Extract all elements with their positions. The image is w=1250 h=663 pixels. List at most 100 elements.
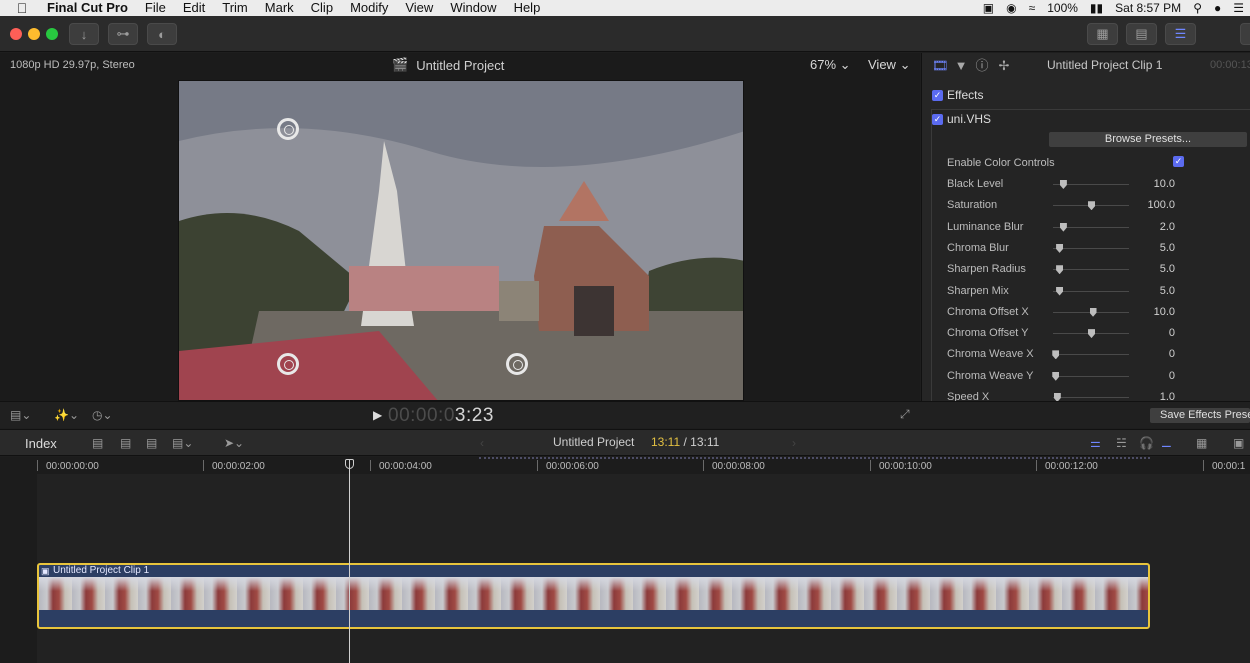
param-value[interactable]: 1.0	[1115, 391, 1175, 401]
zoom-dropdown[interactable]: 67% ⌄	[810, 57, 851, 73]
timeline-clip[interactable]: Untitled Project Clip 1 ▣	[37, 563, 1150, 629]
param-value[interactable]: 10.0	[1115, 306, 1175, 318]
param-slider-knob[interactable]	[1056, 286, 1064, 296]
param-slider-knob[interactable]	[1056, 243, 1064, 253]
clip-appearance-icon[interactable]: ▤⌄	[10, 408, 31, 422]
timeline-ruler[interactable]: 00:00:00:00 00:00:02:00 00:00:04:00 00:0…	[0, 457, 1250, 474]
enhance-icon[interactable]: ✨⌄	[54, 408, 79, 422]
apple-menu-icon[interactable]: 	[0, 0, 44, 16]
ruler-tick	[870, 460, 871, 471]
timeline-index-button[interactable]: Index	[25, 436, 57, 451]
menu-window[interactable]: Window	[442, 0, 505, 16]
effect-enable-checkbox[interactable]: ✓	[932, 114, 943, 125]
timecode-display[interactable]: 00:00:03:23	[388, 405, 494, 427]
menu-file[interactable]: File	[137, 0, 175, 16]
effects-checkbox[interactable]: ✓	[932, 90, 943, 101]
clip-appearance-toggle-icon[interactable]: ▦	[1196, 436, 1207, 450]
menu-view[interactable]: View	[397, 0, 442, 16]
param-value[interactable]: 2.0	[1115, 221, 1175, 233]
param-value[interactable]: 0	[1115, 327, 1175, 339]
param-row: Chroma Weave Y 0	[947, 366, 1247, 387]
menu-trim[interactable]: Trim	[214, 0, 257, 16]
notification-center-icon[interactable]: ☰	[1233, 1, 1244, 15]
import-icon[interactable]: ↓	[69, 23, 99, 45]
siri-icon[interactable]: ●	[1214, 1, 1221, 15]
retime-icon[interactable]: ◷⌄	[92, 408, 113, 422]
transitions-inspector-icon[interactable]: ✢	[996, 58, 1012, 74]
inspector-toggle-icon[interactable]: ☰	[1165, 23, 1196, 45]
audio-skimming-icon[interactable]: ☵	[1116, 436, 1127, 450]
vhs-position-target-3[interactable]	[506, 353, 528, 375]
playhead[interactable]	[349, 460, 350, 663]
param-slider-knob[interactable]	[1089, 307, 1097, 317]
param-slider-knob[interactable]	[1056, 265, 1064, 275]
history-forward-icon[interactable]: ›	[792, 436, 796, 450]
timeline-toggle-icon[interactable]: ▤	[1126, 23, 1157, 45]
param-value[interactable]: 5.0	[1115, 242, 1175, 254]
overwrite-clip-icon[interactable]: ▤⌄	[172, 436, 193, 450]
menu-help[interactable]: Help	[506, 0, 550, 16]
clock[interactable]: Sat 8:57 PM	[1115, 1, 1181, 15]
fullscreen-icon[interactable]: ⤢	[900, 407, 910, 422]
share-icon[interactable]	[1240, 23, 1250, 45]
param-slider-knob[interactable]	[1088, 201, 1095, 211]
background-tasks-icon[interactable]: ◐	[147, 23, 177, 45]
param-value[interactable]: 0	[1115, 370, 1175, 382]
save-effects-preset-button[interactable]: Save Effects Preset	[1150, 408, 1250, 423]
param-slider-knob[interactable]	[1052, 371, 1060, 381]
info-inspector-icon[interactable]: ⓘ	[974, 58, 990, 74]
param-value[interactable]: 0	[1115, 348, 1175, 360]
param-slider-knob[interactable]	[1088, 329, 1095, 339]
param-slider-knob[interactable]	[1052, 350, 1060, 360]
timeline[interactable]: 00:00:00:00 00:00:02:00 00:00:04:00 00:0…	[0, 457, 1250, 663]
wifi-icon[interactable]: ≈	[1029, 1, 1036, 15]
browse-presets-button[interactable]: Browse Presets...	[1049, 132, 1247, 147]
connect-clip-icon[interactable]: ▤	[92, 436, 103, 450]
menu-clip[interactable]: Clip	[303, 0, 342, 16]
browser-toggle-icon[interactable]: ▦	[1087, 23, 1118, 45]
snapping-icon[interactable]: ⚊	[1161, 436, 1172, 450]
param-label: Sharpen Mix	[947, 284, 1009, 297]
ruler-tick	[1036, 460, 1037, 471]
vhs-position-target-1[interactable]	[277, 118, 299, 140]
play-icon[interactable]: ▶	[373, 408, 382, 422]
param-slider-knob[interactable]	[1059, 222, 1067, 232]
video-inspector-icon[interactable]: 🎞	[932, 58, 949, 74]
view-dropdown[interactable]: View ⌄	[868, 57, 910, 73]
minimize-window-button[interactable]	[28, 28, 40, 40]
select-tool-icon[interactable]: ➤⌄	[224, 436, 244, 450]
inspector-header: 🎞 ▼ ⓘ ✢ Untitled Project Clip 1 00:00:13	[922, 53, 1250, 79]
menu-edit[interactable]: Edit	[175, 0, 214, 16]
video-frame[interactable]	[178, 80, 744, 401]
param-value[interactable]: 5.0	[1115, 285, 1175, 297]
param-slider-knob[interactable]	[1053, 393, 1061, 401]
vhs-position-target-2[interactable]	[277, 353, 299, 375]
param-value[interactable]: 100.0	[1115, 199, 1175, 211]
history-back-icon[interactable]: ‹	[480, 436, 484, 450]
solo-icon[interactable]: 🎧	[1139, 436, 1154, 450]
param-slider-knob[interactable]	[1059, 180, 1067, 189]
param-value[interactable]: 5.0	[1115, 263, 1175, 275]
menu-app-name[interactable]: Final Cut Pro	[44, 0, 137, 16]
insert-clip-icon[interactable]: ▤	[120, 436, 131, 450]
menu-modify[interactable]: Modify	[342, 0, 397, 16]
effects-browser-icon[interactable]: ▣	[1233, 436, 1244, 450]
screen-record-icon[interactable]: ▣	[983, 1, 994, 15]
inspector-clip-title: Untitled Project Clip 1	[1047, 58, 1163, 72]
app-status-icon[interactable]: ◉	[1006, 1, 1016, 15]
zoom-window-button[interactable]	[46, 28, 58, 40]
param-value[interactable]: 10.0	[1115, 178, 1175, 190]
append-clip-icon[interactable]: ▤	[146, 436, 157, 450]
battery-percent[interactable]: 100%	[1047, 1, 1078, 15]
keywords-icon[interactable]: ⊶	[108, 23, 138, 45]
param-row: Chroma Blur 5.0	[947, 238, 1247, 259]
close-window-button[interactable]	[10, 28, 22, 40]
battery-icon[interactable]: ▮▮	[1090, 1, 1103, 15]
color-inspector-icon[interactable]: ▼	[953, 58, 969, 74]
search-icon[interactable]: ⚲	[1193, 1, 1202, 15]
enable-color-controls-checkbox[interactable]: ✓	[1173, 156, 1184, 167]
menu-mark[interactable]: Mark	[257, 0, 303, 16]
param-label: Chroma Weave X	[947, 348, 1034, 361]
ruler-label: 00:00:02:00	[212, 461, 265, 472]
skimming-icon[interactable]: ⚌	[1090, 436, 1101, 450]
